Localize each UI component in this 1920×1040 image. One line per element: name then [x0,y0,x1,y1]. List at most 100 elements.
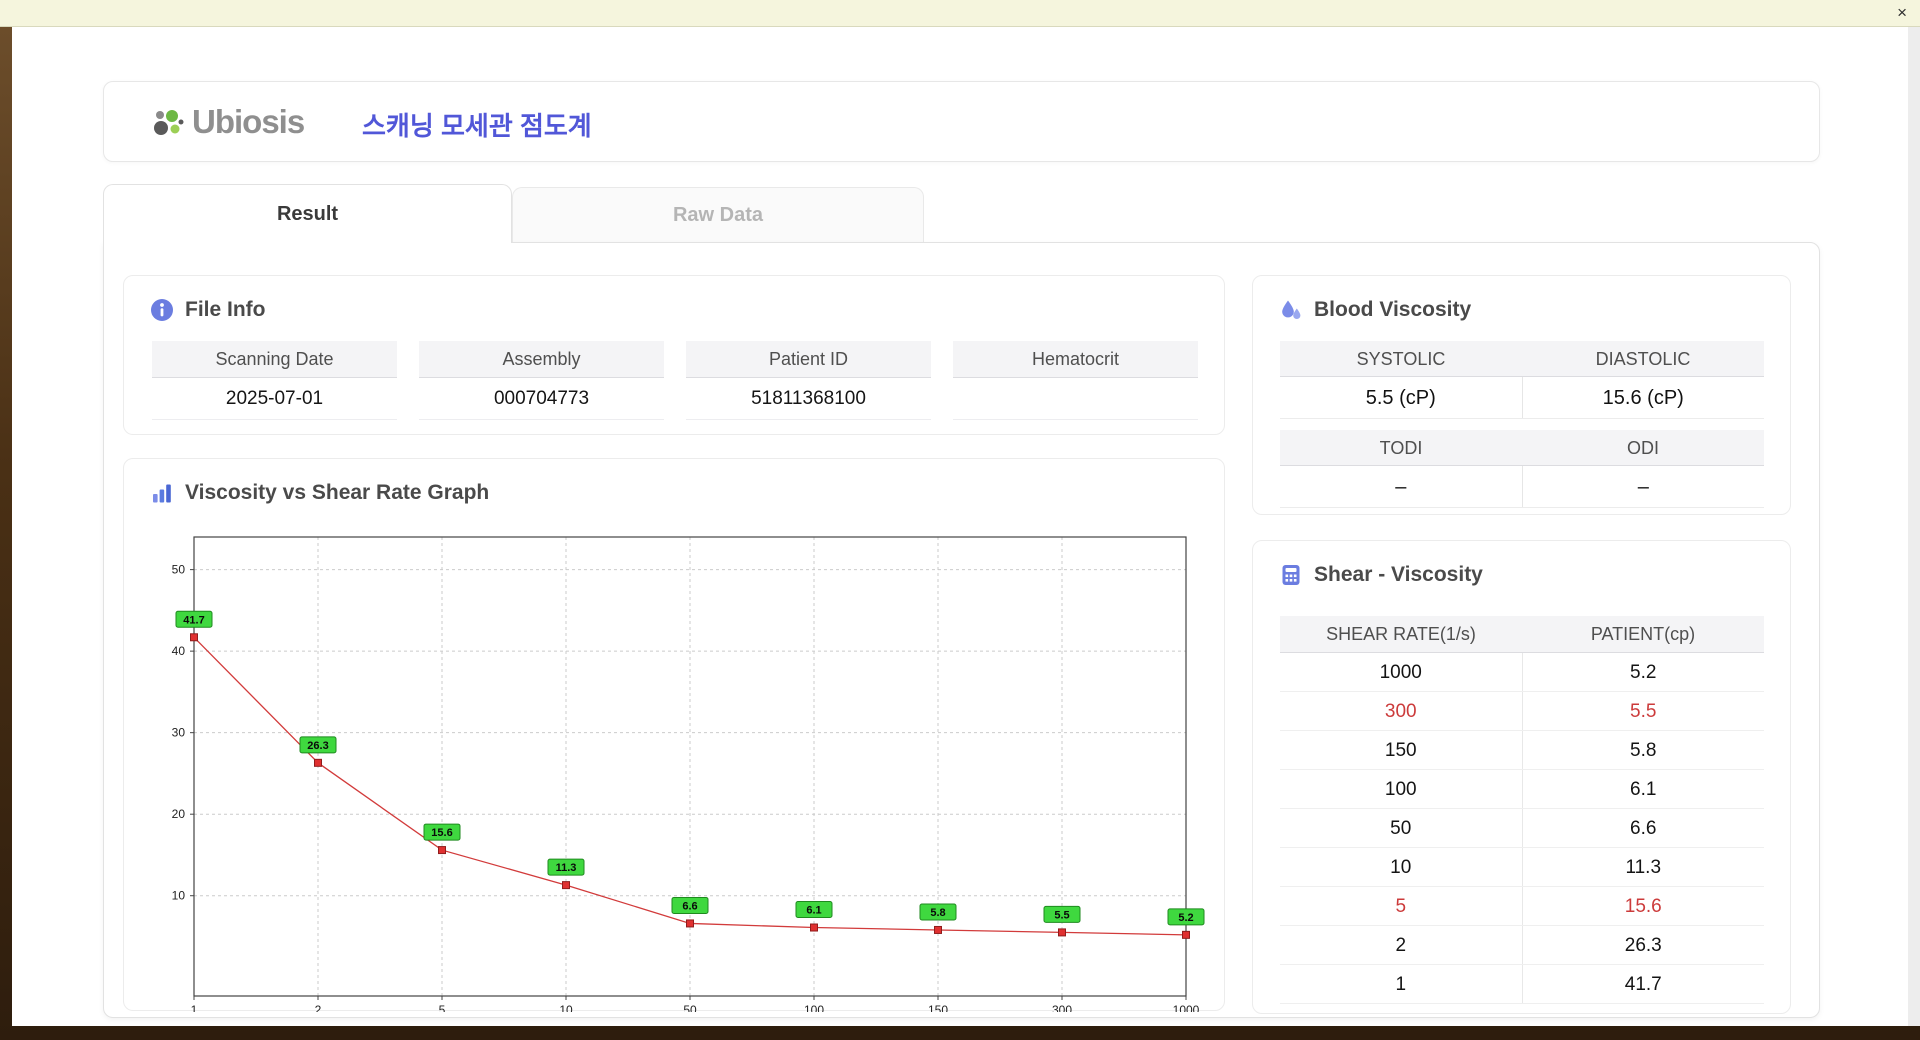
tab-raw-data-label: Raw Data [672,203,764,226]
scrollbar-track[interactable] [1908,27,1920,1026]
patient-cell: 5.2 [1521,653,1765,691]
shear-rate-column-header: SHEAR RATE(1/s) [1326,624,1476,644]
svg-text:20: 20 [172,807,186,821]
app-title: 스캐닝 모세관 점도계 [362,111,592,141]
tab-result[interactable]: Result [103,184,512,243]
svg-text:100: 100 [804,1003,824,1012]
field-label: Patient ID [686,341,931,378]
svg-text:2: 2 [315,1003,322,1012]
shear-viscosity-table: SHEAR RATE(1/s) PATIENT(cp) 1000 5.2 300… [1280,616,1764,1004]
svg-text:1000: 1000 [1173,1003,1200,1012]
svg-text:300: 300 [1052,1003,1072,1012]
shear-rate-cell: 100 [1384,779,1417,800]
shear-viscosity-card: Shear - Viscosity SHEAR RATE(1/s) PATIEN… [1252,540,1791,1014]
shear-rate-cell: 300 [1384,701,1417,722]
field-label: Hematocrit [953,341,1198,378]
patient-cell: 5.8 [1521,731,1765,769]
table-row-highlight: 5 15.6 [1280,887,1764,926]
patient-column-header: PATIENT(cp) [1590,624,1696,644]
shear-rate-cell: 5 [1395,896,1407,917]
svg-text:5: 5 [439,1003,446,1012]
todi-label: TODI [1379,438,1423,458]
svg-text:10: 10 [559,1003,573,1012]
field-patient-id: Patient ID 51811368100 [686,341,931,420]
field-label: Scanning Date [152,341,397,378]
shear-rate-cell: 2 [1395,935,1407,956]
patient-cell: 41.7 [1521,965,1765,1003]
calculator-icon [1282,565,1300,585]
todi-value: – [1395,476,1407,498]
svg-text:5.5: 5.5 [1054,909,1069,921]
systolic-value: 5.5 (cP) [1365,387,1436,409]
tab-result-label: Result [276,202,339,225]
patient-cell: 5.5 [1521,692,1765,730]
svg-text:150: 150 [928,1003,948,1012]
table-row: 1 41.7 [1280,965,1764,1004]
field-label: Assembly [419,341,664,378]
svg-text:11.3: 11.3 [556,862,577,874]
bv-value-row: – – [1280,466,1764,508]
field-value: 000704773 [419,378,664,420]
svg-text:50: 50 [172,563,186,577]
close-icon[interactable]: × [1897,3,1907,23]
divider [1280,419,1764,430]
table-row: 2 26.3 [1280,926,1764,965]
table-row: 100 6.1 [1280,770,1764,809]
tab-raw-data[interactable]: Raw Data [512,187,924,242]
svg-text:5.2: 5.2 [1178,912,1193,924]
svg-text:6.6: 6.6 [682,900,697,912]
shear-viscosity-header: Shear - Viscosity [1279,563,1483,587]
svg-text:26.3: 26.3 [307,740,328,752]
svg-text:40: 40 [172,644,186,658]
bv-header-row: TODI ODI [1280,430,1764,466]
viscosity-shear-chart: 1 2 5 10 50 100 150 300 1000 10 20 30 40 50 41.7 26.3 15… [172,536,1205,1012]
shear-rate-cell: 10 [1390,857,1412,878]
file-info-header: File Info [150,298,266,322]
blood-viscosity-header: Blood Viscosity [1279,298,1471,322]
odi-label: ODI [1626,438,1659,458]
svg-text:30: 30 [172,726,186,740]
file-info-title: File Info [185,298,266,321]
systolic-label: SYSTOLIC [1356,349,1446,369]
bv-value-row: 5.5 (cP) 15.6 (cP) [1280,377,1764,419]
svg-text:10: 10 [172,889,186,903]
patient-cell: 6.6 [1521,809,1765,847]
field-hematocrit: Hematocrit [953,341,1198,420]
app-header: Ubiosis 스캐닝 모세관 점도계 [103,81,1820,162]
file-info-fields: Scanning Date 2025-07-01 Assembly 000704… [152,341,1198,420]
table-row: 150 5.8 [1280,731,1764,770]
svg-text:41.7: 41.7 [183,614,204,626]
svg-text:15.6: 15.6 [431,827,452,839]
blood-viscosity-card: Blood Viscosity SYSTOLIC DIASTOLIC 5.5 (… [1252,275,1791,515]
field-assembly: Assembly 000704773 [419,341,664,420]
shear-rate-cell: 50 [1390,818,1412,839]
table-row-highlight: 300 5.5 [1280,692,1764,731]
shear-rate-cell: 150 [1384,740,1417,761]
svg-text:50: 50 [683,1003,697,1012]
patient-cell: 26.3 [1521,926,1765,964]
sv-header-row: SHEAR RATE(1/s) PATIENT(cp) [1280,616,1764,653]
table-row: 10 11.3 [1280,848,1764,887]
patient-cell: 15.6 [1521,887,1765,925]
field-value: 2025-07-01 [152,378,397,420]
bv-header-row: SYSTOLIC DIASTOLIC [1280,341,1764,377]
table-row: 1000 5.2 [1280,653,1764,692]
shear-rate-cell: 1000 [1379,662,1422,683]
odi-value: – [1521,466,1765,507]
svg-text:1: 1 [191,1003,198,1012]
svg-text:6.1: 6.1 [806,905,821,917]
patient-cell: 6.1 [1521,770,1765,808]
svg-text:5.8: 5.8 [930,907,945,919]
blood-viscosity-title: Blood Viscosity [1314,298,1472,321]
ubiosis-logo: Ubiosis [148,102,305,142]
info-icon [151,299,173,321]
file-info-card: File Info Scanning Date 2025-07-01 Assem… [123,275,1225,435]
window-titlebar: × [0,0,1920,27]
blood-viscosity-table: SYSTOLIC DIASTOLIC 5.5 (cP) 15.6 (cP) TO… [1280,341,1764,508]
logo-text: Ubiosis [192,103,305,140]
patient-cell: 11.3 [1521,848,1765,886]
shear-viscosity-title: Shear - Viscosity [1314,563,1483,586]
diastolic-label: DIASTOLIC [1595,349,1691,369]
table-row: 50 6.6 [1280,809,1764,848]
field-scanning-date: Scanning Date 2025-07-01 [152,341,397,420]
